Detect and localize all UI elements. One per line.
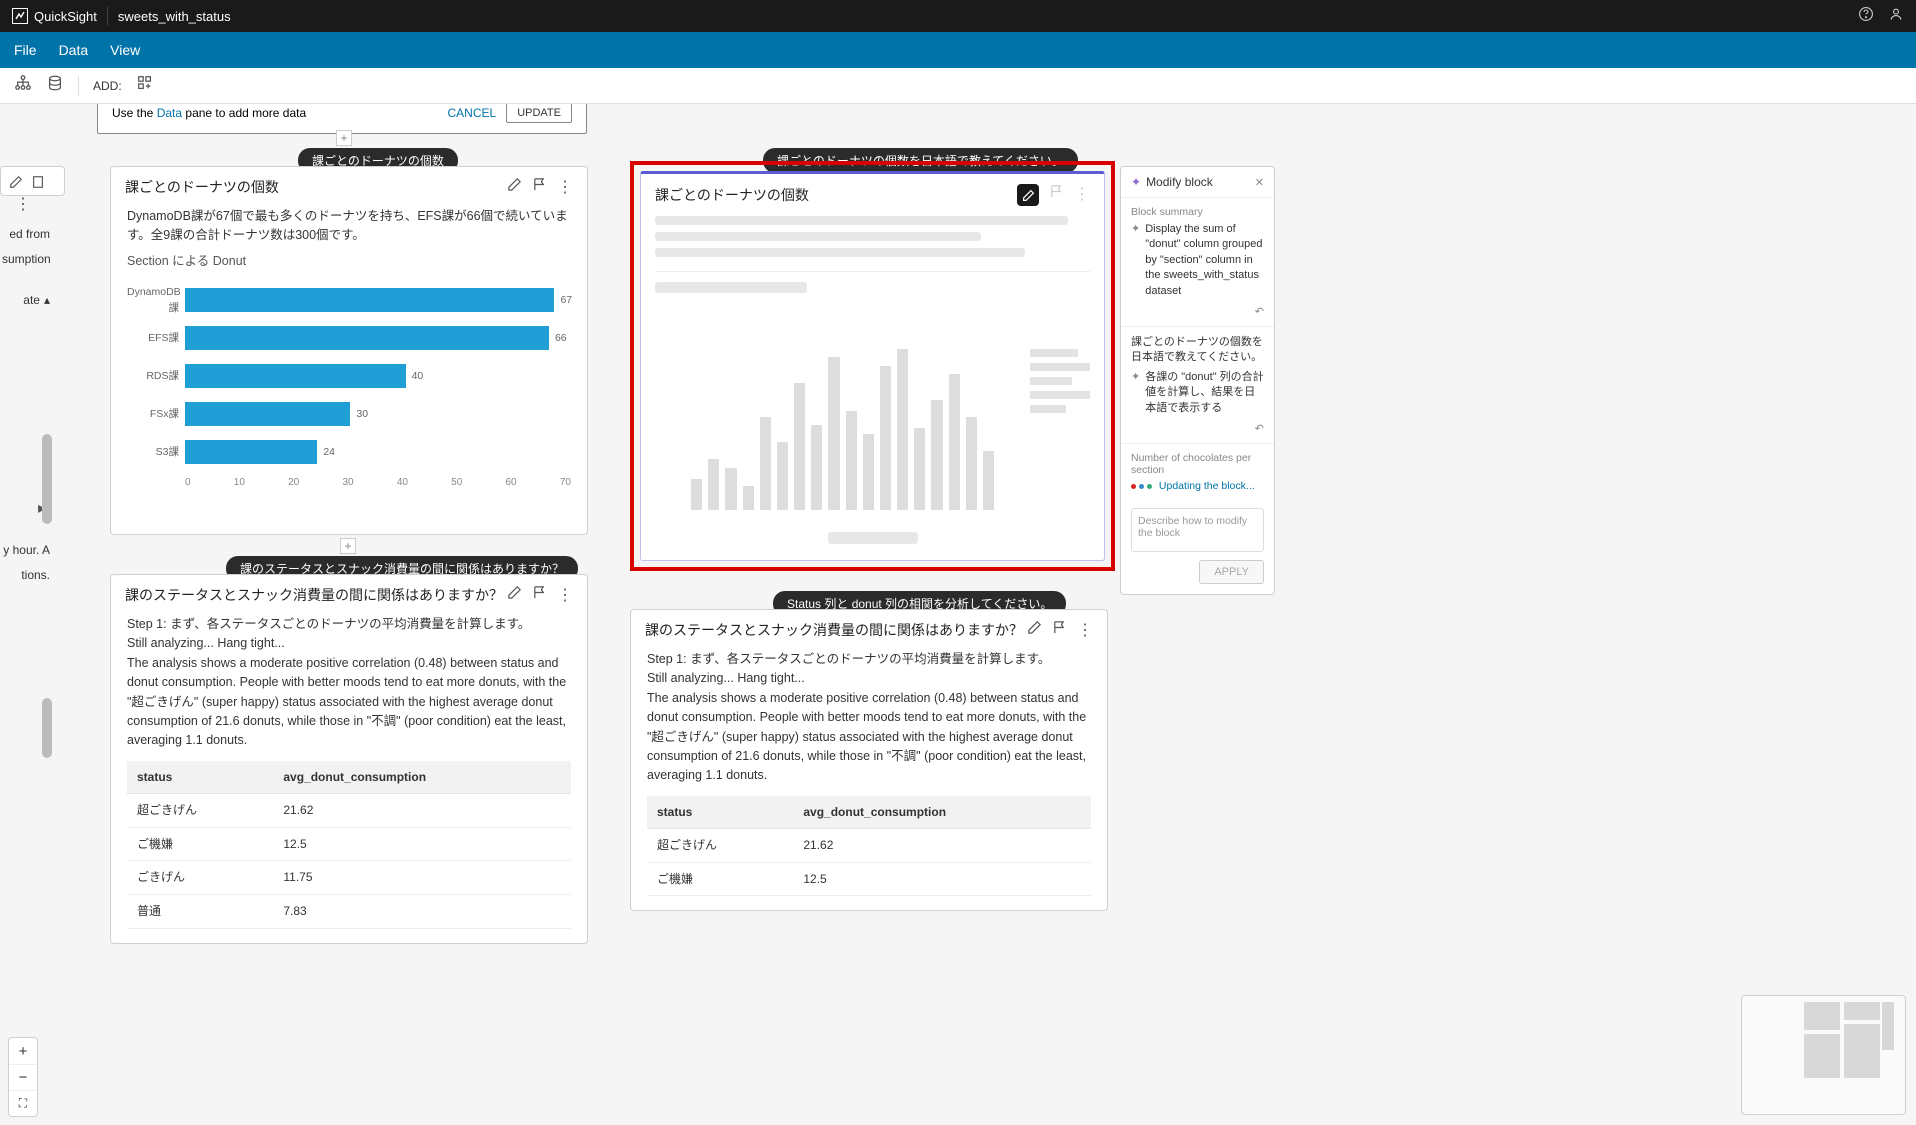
- block-status-analysis-left[interactable]: 課のステータスとスナック消費量の間に関係はありますか？ ⋮ Step 1: まず…: [110, 574, 588, 944]
- brand-name: QuickSight: [34, 9, 97, 24]
- undo-icon[interactable]: ↶: [1131, 418, 1264, 435]
- page-icon[interactable]: [31, 175, 45, 194]
- edit-icon[interactable]: [9, 175, 23, 194]
- table-row: ご機嫌12.5: [127, 827, 571, 861]
- edit-icon[interactable]: [507, 585, 522, 605]
- edit-icon[interactable]: [1027, 620, 1042, 640]
- edit-icon[interactable]: [507, 177, 522, 197]
- add-handle-icon[interactable]: +: [336, 130, 352, 146]
- menu-bar: File Data View: [0, 32, 1916, 68]
- minimap[interactable]: [1741, 995, 1906, 1115]
- block-summary: DynamoDB課が67個で最も多くのドーナツを持ち、EFS課が66個で続いてい…: [127, 207, 571, 246]
- more-icon[interactable]: ⋮: [1074, 184, 1090, 206]
- block-status-analysis-right[interactable]: 課のステータスとスナック消費量の間に関係はありますか？ ⋮ Step 1: まず…: [630, 609, 1108, 911]
- zoom-out-button[interactable]: −: [9, 1064, 37, 1090]
- table-row: 普通7.83: [127, 895, 571, 929]
- add-handle-icon[interactable]: +: [340, 538, 356, 554]
- zoom-controls: + − ⛶: [8, 1037, 38, 1117]
- zoom-in-button[interactable]: +: [9, 1038, 37, 1064]
- add-label: ADD:: [93, 79, 122, 93]
- more-icon[interactable]: ⋮: [1077, 620, 1093, 640]
- quicksight-logo[interactable]: QuickSight: [12, 8, 97, 24]
- block-title: 課のステータスとスナック消費量の間に関係はありますか？: [645, 620, 1023, 640]
- table-row: 超ごきげん21.62: [647, 829, 1091, 863]
- close-icon[interactable]: ✕: [1255, 176, 1264, 189]
- tool-row: ADD:: [0, 68, 1916, 104]
- divider: [107, 7, 108, 25]
- flag-icon[interactable]: [532, 585, 547, 605]
- loading-legend-skeleton: [1030, 349, 1090, 419]
- bar-chart: DynamoDB課67EFS課66RDS課40FSx課30S3課24: [127, 281, 571, 471]
- chart-x-axis: 010203040506070: [185, 471, 571, 491]
- more-icon[interactable]: ⋮: [557, 177, 573, 197]
- loading-dots-icon: [1131, 484, 1152, 489]
- sparkle-icon: ✦: [1131, 370, 1140, 416]
- fullscreen-button[interactable]: ⛶: [9, 1090, 37, 1116]
- left-scrollbar-2[interactable]: [40, 664, 54, 804]
- block-title: 課ごとのドーナツの個数: [655, 185, 809, 205]
- highlighted-loading-block: 課ごとのドーナツの個数 ⋮: [630, 161, 1115, 571]
- menu-data[interactable]: Data: [59, 42, 89, 58]
- divider: [78, 76, 79, 96]
- skeleton: [828, 532, 918, 544]
- undo-icon[interactable]: ↶: [1131, 301, 1264, 318]
- loading-chart-skeleton: [691, 340, 994, 510]
- chart-title: Section による Donut: [127, 246, 571, 281]
- chevron-up-icon[interactable]: ▴: [44, 292, 50, 309]
- user-icon[interactable]: [1888, 6, 1904, 27]
- menu-view[interactable]: View: [110, 42, 140, 58]
- modify-input[interactable]: Describe how to modify the block: [1131, 508, 1264, 552]
- left-card-fragment: ⋮: [0, 166, 65, 196]
- table-row: ごきげん11.75: [127, 861, 571, 895]
- help-icon[interactable]: [1858, 6, 1874, 27]
- canvas[interactable]: Use the Data pane to add more data CANCE…: [0, 104, 1916, 1125]
- flag-icon[interactable]: [532, 177, 547, 197]
- table-row: ご機嫌12.5: [647, 862, 1091, 896]
- database-icon[interactable]: [46, 74, 64, 97]
- sparkle-icon: ✦: [1131, 222, 1140, 299]
- block-title: 課のステータスとスナック消費量の間に関係はありますか？: [125, 585, 503, 605]
- block-loading[interactable]: 課ごとのドーナツの個数 ⋮: [640, 171, 1105, 561]
- menu-file[interactable]: File: [14, 42, 37, 58]
- sparkle-icon: ✦: [1131, 175, 1141, 189]
- hierarchy-icon[interactable]: [14, 74, 32, 97]
- add-block-icon[interactable]: [136, 74, 154, 97]
- block-title: 課ごとのドーナツの個数: [125, 177, 279, 197]
- data-link[interactable]: Data: [157, 106, 182, 120]
- modify-block-panel: ✦Modify block ✕ Block summary ✦Display t…: [1120, 166, 1275, 595]
- flag-icon[interactable]: [1049, 184, 1064, 206]
- status-table: statusavg_donut_consumption 超ごきげん21.62ご機…: [647, 796, 1091, 897]
- update-button[interactable]: UPDATE: [506, 104, 572, 123]
- more-icon[interactable]: ⋮: [557, 585, 573, 605]
- cancel-button[interactable]: CANCEL: [448, 106, 497, 120]
- status-table: statusavg_donut_consumption 超ごきげん21.62ご機…: [127, 761, 571, 929]
- document-title: sweets_with_status: [118, 9, 231, 24]
- apply-button[interactable]: APPLY: [1199, 560, 1264, 584]
- left-scrollbar[interactable]: [40, 424, 54, 624]
- edit-icon[interactable]: [1017, 184, 1039, 206]
- block-donut-count[interactable]: 課ごとのドーナツの個数 ⋮ DynamoDB課が67個で最も多くのドーナツを持ち…: [110, 166, 588, 535]
- flag-icon[interactable]: [1052, 620, 1067, 640]
- table-row: 超ごきげん21.62: [127, 794, 571, 828]
- more-icon[interactable]: ⋮: [15, 194, 31, 214]
